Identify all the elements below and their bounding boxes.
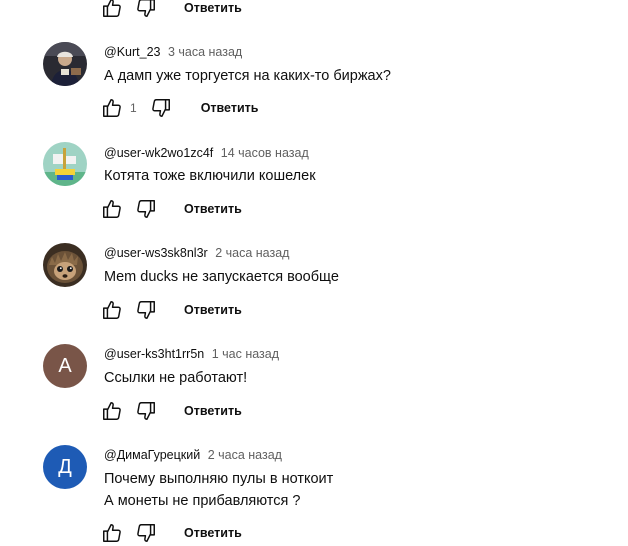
comment-actions: Ответить	[100, 399, 242, 423]
letter-avatar: Д	[43, 445, 87, 489]
comment-author[interactable]: @user-wk2wo1zc4f	[104, 146, 213, 160]
thumbs-up-icon	[103, 301, 121, 319]
comments-section: Ответить @Kurt_23 3 часа назад А дамп уж…	[0, 0, 628, 546]
comment-header: @user-ws3sk8nl3r 2 часа назад	[104, 245, 289, 261]
comment-time[interactable]: 2 часа назад	[215, 246, 289, 260]
comment-text: Ссылки не работают!	[104, 367, 247, 389]
letter-avatar: А	[43, 344, 87, 388]
dislike-button[interactable]	[134, 521, 158, 545]
dislike-button[interactable]	[134, 298, 158, 322]
thumbs-down-icon	[137, 524, 155, 542]
like-button[interactable]	[100, 96, 124, 120]
comment-header: @Kurt_23 3 часа назад	[104, 44, 242, 60]
comment-text: Почему выполняю пулы в ноткоит А монеты …	[104, 468, 333, 512]
comment-header: @ДимаГурецкий 2 часа назад	[104, 447, 282, 463]
like-count: 1	[130, 101, 137, 115]
comment-time[interactable]: 2 часа назад	[208, 448, 282, 462]
dislike-button[interactable]	[149, 96, 173, 120]
thumbs-up-icon	[103, 402, 121, 420]
thumbs-up-icon	[103, 524, 121, 542]
comment-time[interactable]: 3 часа назад	[168, 45, 242, 59]
hedgehog-avatar-icon	[43, 243, 87, 287]
reply-button[interactable]: Ответить	[184, 1, 242, 15]
comment-author[interactable]: @user-ws3sk8nl3r	[104, 246, 208, 260]
comment-header: @user-ks3ht1rr5n 1 час назад	[104, 346, 279, 362]
comment-author[interactable]: @ДимаГурецкий	[104, 448, 200, 462]
comment-text-line: Почему выполняю пулы в ноткоит	[104, 471, 334, 487]
like-button[interactable]	[100, 197, 124, 221]
like-button[interactable]	[100, 521, 124, 545]
avatar-letter: Д	[58, 455, 72, 478]
comment-text: Mem ducks не запускается вообще	[104, 266, 339, 288]
pixel-boat-avatar-icon	[43, 142, 87, 186]
reply-button[interactable]: Ответить	[184, 202, 242, 216]
avatar[interactable]	[43, 42, 87, 86]
comment-actions: Ответить	[100, 521, 242, 545]
comment-header: @user-wk2wo1zc4f 14 часов назад	[104, 145, 309, 161]
reply-button[interactable]: Ответить	[201, 101, 259, 115]
comment-text: А дамп уже торгуется на каких-то биржах?	[104, 65, 391, 87]
comment-time[interactable]: 14 часов назад	[221, 146, 309, 160]
comment-actions: Ответить	[100, 197, 242, 221]
comment-actions: 1 Ответить	[100, 96, 258, 120]
thumbs-down-icon	[151, 99, 170, 117]
thumbs-down-icon	[137, 0, 155, 17]
comment-author[interactable]: @Kurt_23	[104, 45, 160, 59]
comment-text-line: Mem ducks не запускается вообще	[104, 269, 339, 285]
thumbs-up-icon	[103, 0, 121, 17]
avatar[interactable]: Д	[43, 445, 87, 489]
dislike-button[interactable]	[134, 399, 158, 423]
comment-author[interactable]: @user-ks3ht1rr5n	[104, 347, 204, 361]
reply-button[interactable]: Ответить	[184, 303, 242, 317]
avatar[interactable]	[43, 243, 87, 287]
comment-actions: Ответить	[100, 298, 242, 322]
like-button[interactable]	[100, 298, 124, 322]
dislike-button[interactable]	[134, 0, 158, 20]
reply-button[interactable]: Ответить	[184, 404, 242, 418]
like-button[interactable]	[100, 0, 124, 20]
avatar[interactable]	[43, 142, 87, 186]
comment-text-line: А дамп уже торгуется на каких-то биржах?	[104, 68, 391, 84]
comment-time[interactable]: 1 час назад	[212, 347, 279, 361]
like-button[interactable]	[100, 399, 124, 423]
reply-button[interactable]: Ответить	[184, 526, 242, 540]
person-photo-avatar-icon	[43, 42, 87, 86]
comment-text-line: А монеты не прибавляются ?	[104, 493, 301, 509]
thumbs-up-icon	[103, 99, 121, 117]
thumbs-down-icon	[137, 200, 155, 218]
dislike-button[interactable]	[134, 197, 158, 221]
avatar-letter: А	[58, 354, 72, 377]
comment-text-line: Котята тоже включили кошелек	[104, 168, 316, 184]
thumbs-up-icon	[103, 200, 121, 218]
comment-actions: Ответить	[100, 0, 242, 20]
avatar[interactable]: А	[43, 344, 87, 388]
comment-text: Котята тоже включили кошелек	[104, 165, 316, 187]
comment-text-line: Ссылки не работают!	[104, 370, 248, 386]
thumbs-down-icon	[137, 301, 155, 319]
thumbs-down-icon	[137, 402, 155, 420]
